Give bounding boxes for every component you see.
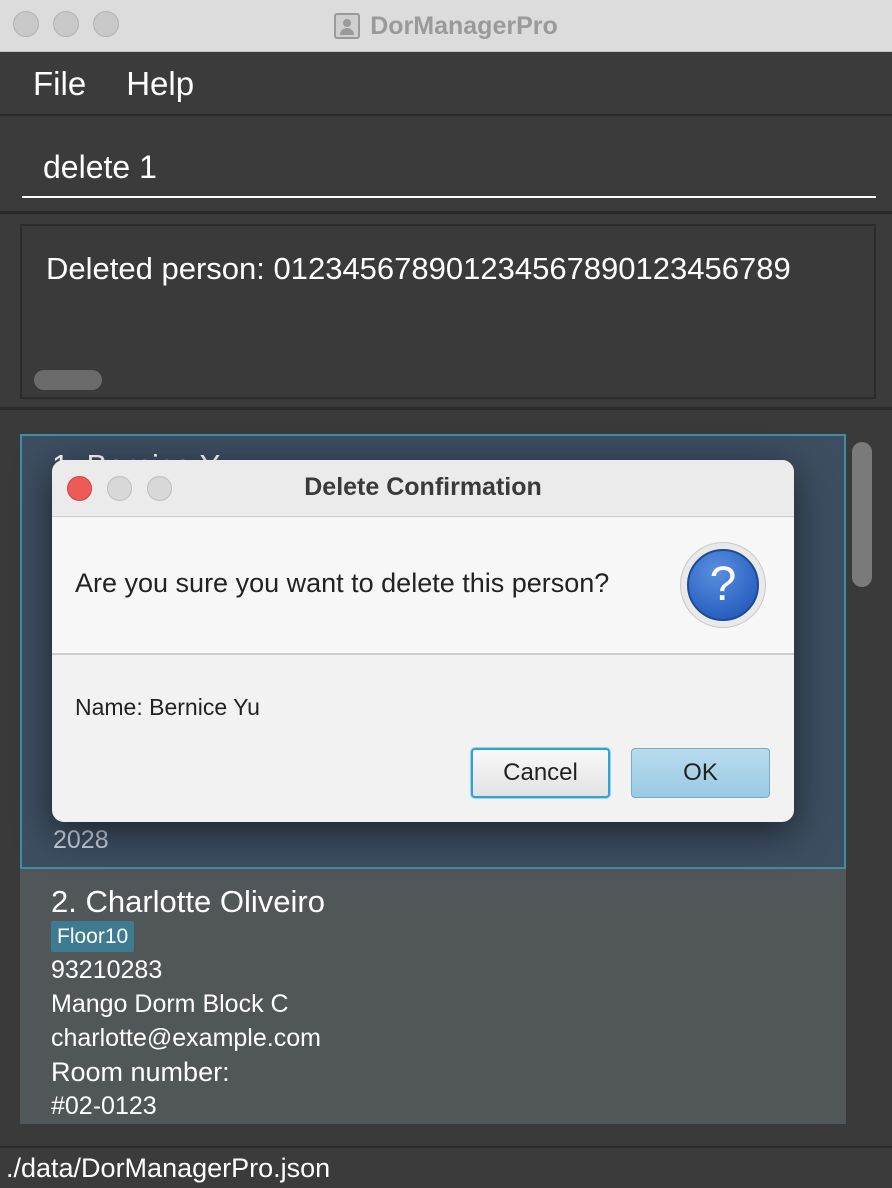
menu-bar: File Help xyxy=(0,53,892,116)
person-card[interactable]: 2. Charlotte Oliveiro Floor10 93210283 M… xyxy=(20,869,846,1124)
person-card-icon xyxy=(334,13,361,39)
room-number-label: Room number: xyxy=(51,1057,230,1087)
vertical-scrollbar[interactable] xyxy=(852,442,872,587)
horizontal-scrollbar[interactable] xyxy=(34,370,102,390)
menu-file[interactable]: File xyxy=(33,65,86,103)
result-display: Deleted person: 012345678901234567890123… xyxy=(0,214,892,410)
result-text-box[interactable]: Deleted person: 012345678901234567890123… xyxy=(20,224,876,399)
window-title: DorManagerPro xyxy=(370,11,558,40)
person-name: 2. Charlotte Oliveiro xyxy=(51,884,325,919)
dialog-title: Delete Confirmation xyxy=(304,473,542,501)
person-tag: Floor10 xyxy=(51,921,135,952)
person-detail: 2028 xyxy=(53,826,109,854)
person-email: charlotte@example.com xyxy=(51,1024,321,1052)
delete-confirmation-dialog: Delete Confirmation Are you sure you wan… xyxy=(52,460,794,822)
result-message: Deleted person: 012345678901234567890123… xyxy=(46,251,791,286)
window-title-bar: DorManagerPro xyxy=(0,0,892,52)
dialog-question: Are you sure you want to delete this per… xyxy=(75,568,610,598)
question-icon-frame: ? xyxy=(680,542,766,628)
ok-button[interactable]: OK xyxy=(631,748,770,798)
menu-help[interactable]: Help xyxy=(126,65,194,103)
person-address: Mango Dorm Block C xyxy=(51,990,289,1018)
dialog-header: Are you sure you want to delete this per… xyxy=(52,518,794,655)
cancel-button[interactable]: Cancel xyxy=(471,748,610,798)
question-icon: ? xyxy=(687,549,759,621)
dialog-content: Name: Bernice Yu xyxy=(75,694,260,720)
dialog-title-bar: Delete Confirmation xyxy=(52,460,794,517)
command-input[interactable] xyxy=(22,138,876,198)
status-bar-file-path: ./data/DorManagerPro.json xyxy=(0,1146,892,1188)
room-number-value: #02-0123 xyxy=(51,1092,157,1120)
person-phone: 93210283 xyxy=(51,956,163,984)
command-box xyxy=(0,118,892,214)
window-title-group: DorManagerPro xyxy=(0,0,892,52)
